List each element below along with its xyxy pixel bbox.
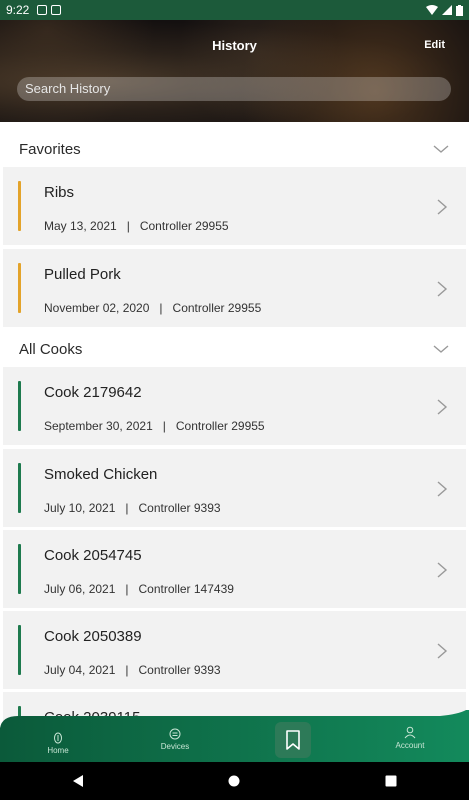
chevron-right-icon	[437, 399, 448, 415]
back-icon[interactable]	[72, 775, 84, 787]
nav-history-button[interactable]	[275, 722, 311, 758]
meta-separator: |	[125, 582, 129, 596]
cook-controller: Controller 29955	[175, 419, 265, 433]
recents-icon[interactable]	[385, 775, 397, 787]
cook-meta: September 30, 2021 | Controller 29955	[44, 419, 265, 433]
edit-button[interactable]: Edit	[424, 39, 445, 51]
list-item[interactable]: Smoked Chicken July 10, 2021 | Controller …	[3, 449, 466, 527]
cook-controller: Controller 9393	[138, 501, 221, 515]
search-input[interactable]: Search History	[17, 77, 451, 101]
bookmark-icon	[286, 730, 300, 750]
cook-title: Cook 2179642	[44, 384, 142, 401]
cook-title: Smoked Chicken	[44, 466, 158, 483]
cook-date: July 04, 2021	[44, 663, 116, 677]
cook-meta: November 02, 2020 | Controller 29955	[44, 301, 261, 315]
signal-icon	[442, 5, 452, 15]
cook-title: Pulled Pork	[44, 266, 121, 283]
cook-date: September 30, 2021	[44, 419, 153, 433]
home-circle-icon[interactable]	[228, 775, 240, 787]
meta-separator: |	[125, 663, 129, 677]
chevron-right-icon	[437, 199, 448, 215]
cook-date: July 06, 2021	[44, 582, 116, 596]
cook-title: Cook 2054745	[44, 547, 142, 564]
cook-accent-bar	[18, 544, 21, 594]
meta-separator: |	[162, 419, 166, 433]
cook-controller: Controller 147439	[138, 582, 234, 596]
cook-accent-bar	[18, 625, 21, 675]
list-item[interactable]: Cook 2179642 September 30, 2021 | Controll…	[3, 367, 466, 445]
favorite-accent-bar	[18, 263, 21, 313]
meta-separator: |	[159, 301, 163, 315]
cook-accent-bar	[18, 463, 21, 513]
favorites-section-header[interactable]: Favorites	[0, 132, 469, 166]
status-bar: 9:22	[0, 0, 469, 20]
nav-home-label: Home	[47, 746, 69, 755]
meta-separator: |	[126, 219, 130, 233]
cook-meta: July 06, 2021 | Controller 147439	[44, 582, 234, 596]
cook-date: November 02, 2020	[44, 301, 150, 315]
chevron-right-icon	[437, 562, 448, 578]
chevron-down-icon[interactable]	[433, 341, 449, 357]
nav-home[interactable]: Home	[23, 732, 93, 755]
page-title: History	[212, 38, 257, 53]
nav-devices[interactable]: Devices	[140, 728, 210, 751]
section-title: Favorites	[19, 140, 81, 158]
list-item[interactable]: Cook 2050389 July 04, 2021 | Controller 93…	[3, 611, 466, 689]
cook-title: Ribs	[44, 184, 75, 201]
chevron-down-icon[interactable]	[433, 141, 449, 157]
list-item[interactable]: Ribs May 13, 2021 | Controller 29955	[3, 167, 466, 245]
favorite-accent-bar	[18, 181, 21, 231]
wifi-icon	[426, 5, 438, 15]
meta-separator: |	[125, 501, 129, 515]
cook-controller: Controller 29955	[139, 219, 229, 233]
cook-date: May 13, 2021	[44, 219, 117, 233]
list-item[interactable]: Pulled Pork November 02, 2020 | Controller…	[3, 249, 466, 327]
nav-account-label: Account	[395, 741, 425, 750]
cook-date: July 10, 2021	[44, 501, 116, 515]
list-item[interactable]: Cook 2054745 July 06, 2021 | Controller 14…	[3, 530, 466, 608]
header-background: History Edit Search History	[0, 20, 469, 122]
all-cooks-section-header[interactable]: All Cooks	[0, 332, 469, 366]
cook-controller: Controller 29955	[172, 301, 262, 315]
nav-account[interactable]: Account	[375, 726, 445, 750]
chevron-right-icon	[437, 643, 448, 659]
cook-controller: Controller 9393	[138, 663, 221, 677]
status-time: 9:22	[6, 3, 30, 17]
cook-title: Cook 2050389	[44, 628, 142, 645]
account-icon	[404, 726, 416, 739]
cook-meta: July 10, 2021 | Controller 9393	[44, 501, 221, 515]
battery-icon	[456, 4, 463, 16]
app-notification-icon	[37, 5, 48, 15]
chevron-right-icon	[437, 281, 448, 297]
bottom-navigation: Home Devices Account	[0, 710, 469, 762]
cook-meta: July 04, 2021 | Controller 9393	[44, 663, 221, 677]
system-navigation-bar	[0, 762, 469, 800]
section-title: All Cooks	[19, 340, 83, 358]
cook-meta: May 13, 2021 | Controller 29955	[44, 219, 229, 233]
sd-card-icon	[51, 5, 62, 15]
devices-icon	[169, 728, 181, 740]
nav-devices-label: Devices	[160, 742, 190, 751]
cook-accent-bar	[18, 381, 21, 431]
home-icon	[54, 732, 62, 744]
chevron-right-icon	[437, 481, 448, 497]
